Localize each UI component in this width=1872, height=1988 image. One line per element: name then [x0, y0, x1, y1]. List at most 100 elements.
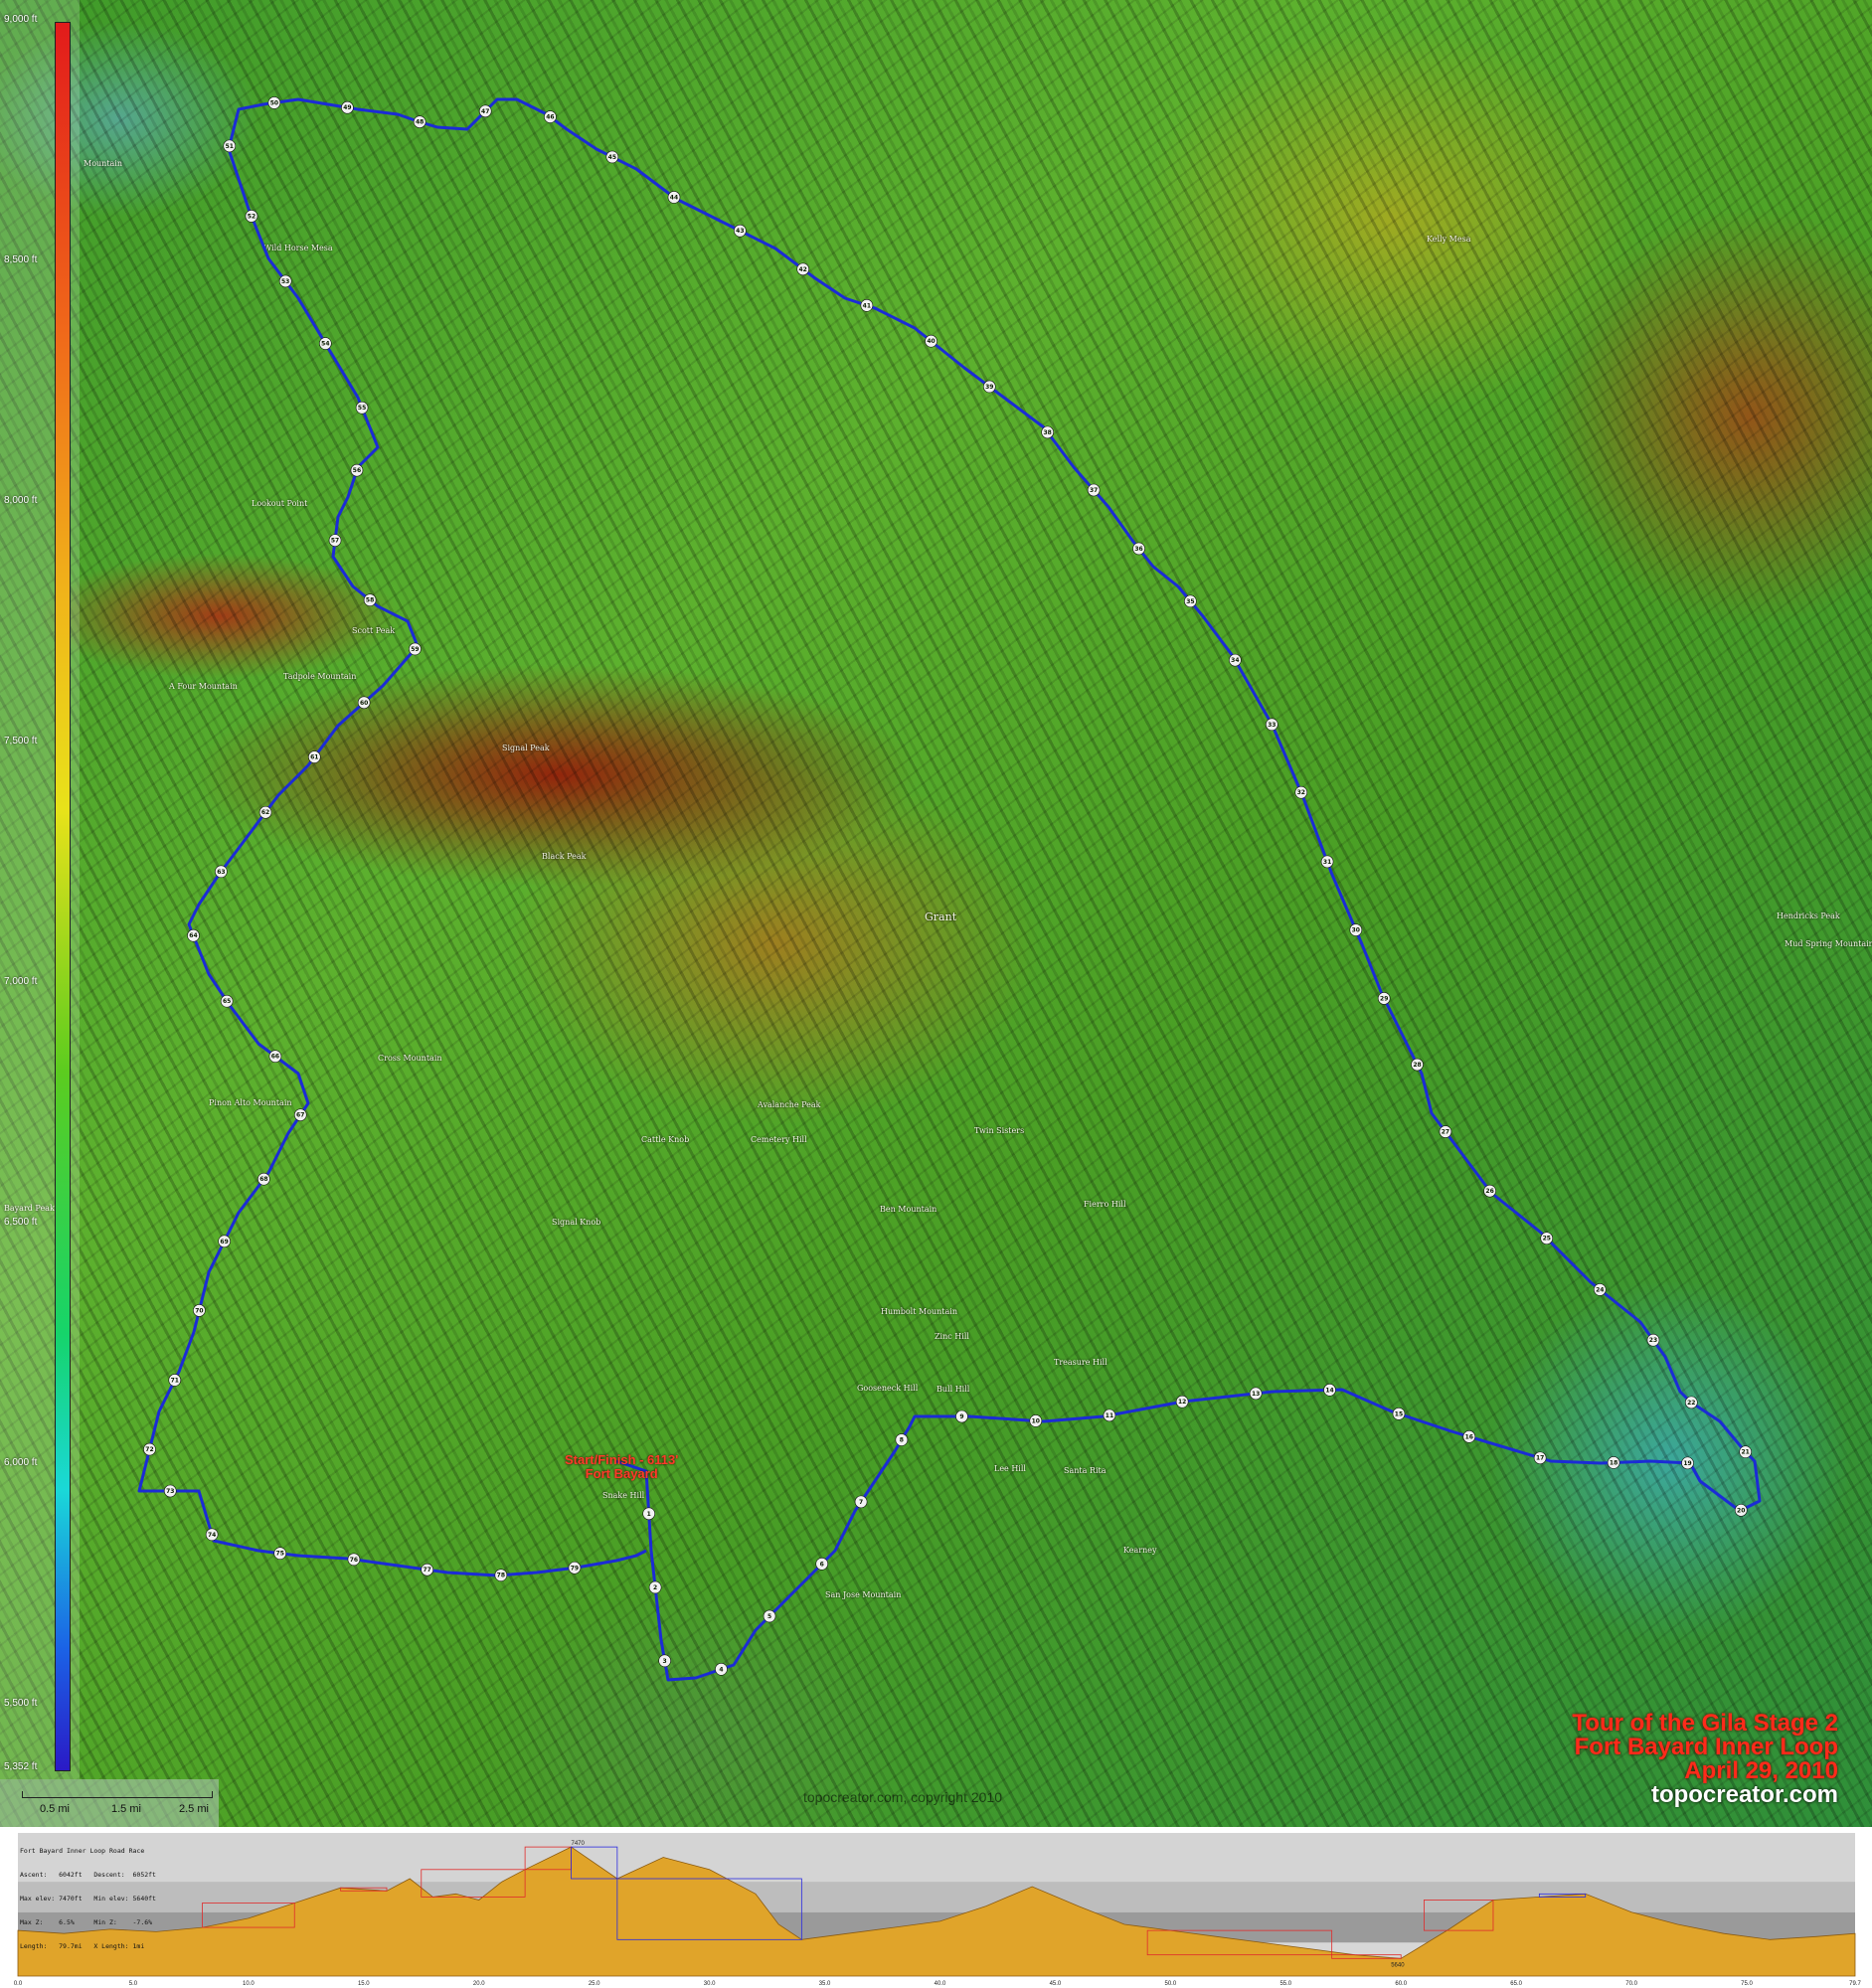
mile-marker-label: 15 — [1395, 1410, 1403, 1417]
mile-marker-label: 67 — [296, 1112, 304, 1119]
mile-marker-label: 21 — [1741, 1449, 1749, 1456]
legend-label: 5,500 ft — [4, 1698, 38, 1709]
elevation-profile: 0.0 5.0 10.0 15.0 20.0 25.0 30.0 35.0 40.0 45.0 50… — [0, 1827, 1872, 1988]
mile-marker-label: 19 — [1683, 1460, 1691, 1467]
mile-marker-label: 7 — [859, 1499, 863, 1506]
legend-label: 8,000 ft — [4, 495, 38, 506]
mile-marker-label: 33 — [1268, 722, 1276, 729]
mile-marker-label: 74 — [208, 1532, 216, 1539]
mile-marker-label: 10 — [1032, 1417, 1040, 1424]
mile-marker-label: 4 — [719, 1666, 723, 1673]
mile-marker-label: 37 — [1090, 487, 1098, 494]
site-name: topocreator.com — [1650, 1781, 1838, 1808]
mile-marker-label: 59 — [411, 646, 419, 653]
mile-marker-label: 31 — [1323, 859, 1331, 866]
mile-marker-label: 12 — [1178, 1399, 1186, 1406]
mile-marker-label: 76 — [350, 1557, 358, 1564]
mile-marker-label: 24 — [1596, 1286, 1604, 1293]
x-tick-label: 79.7 — [1849, 1981, 1861, 1987]
terrain-map[interactable]: Mountain Wild Horse Mesa Lookout Point Scot… — [0, 0, 1872, 1827]
mile-marker-label: 11 — [1106, 1412, 1113, 1419]
mile-marker-label: 77 — [424, 1567, 431, 1574]
mile-marker-label: 39 — [985, 384, 993, 391]
scale-bar: 0.5 mi 1.5 mi 2.5 mi — [0, 1779, 219, 1827]
x-tick-label: 25.0 — [589, 1981, 600, 1987]
mile-marker-label: 17 — [1536, 1455, 1544, 1462]
x-tick-label: 45.0 — [1050, 1981, 1062, 1987]
start-finish-line-2: Fort Bayard — [585, 1466, 658, 1481]
route-line[interactable] — [137, 97, 1762, 1682]
x-tick-label: 35.0 — [819, 1981, 831, 1987]
x-tick-label: 10.0 — [243, 1981, 255, 1987]
x-tick-label: 20.0 — [473, 1981, 485, 1987]
x-tick-label: 30.0 — [704, 1981, 716, 1987]
mile-marker-label: 48 — [416, 119, 424, 126]
legend-label: 5,352 ft — [4, 1761, 38, 1772]
mile-marker-label: 23 — [1649, 1337, 1657, 1344]
mile-marker-label: 63 — [217, 869, 225, 876]
mile-marker-label: 43 — [736, 228, 744, 235]
mile-marker-label: 65 — [223, 998, 231, 1005]
x-tick-label: 5.0 — [129, 1981, 138, 1987]
mile-marker-label: 27 — [1442, 1129, 1449, 1136]
x-tick-label: 15.0 — [358, 1981, 370, 1987]
elevation-legend: 9,000 ft 8,500 ft 8,000 ft 7,500 ft 7,00… — [0, 0, 80, 1779]
x-tick-label: 50.0 — [1165, 1981, 1177, 1987]
mile-marker-label: 68 — [259, 1176, 267, 1183]
mile-marker-label: 41 — [863, 302, 871, 309]
mile-marker-label: 53 — [281, 278, 289, 285]
mile-marker-label: 71 — [171, 1377, 179, 1384]
profile-chart: 0.0 5.0 10.0 15.0 20.0 25.0 30.0 35.0 40.0 45.0 50… — [14, 1833, 1861, 1987]
scale-label: 2.5 mi — [179, 1803, 209, 1815]
mile-marker-label: 54 — [321, 341, 329, 348]
title-line-1: Tour of the Gila Stage 2 — [1572, 1710, 1838, 1737]
x-tick-label: 75.0 — [1741, 1981, 1753, 1987]
legend-label: 6,000 ft — [4, 1457, 38, 1468]
mile-marker-label: 44 — [670, 194, 678, 201]
mile-marker-label: 32 — [1297, 789, 1305, 796]
start-finish-label: Start/Finish - 6113' Fort Bayard — [565, 1453, 678, 1481]
mile-marker-label: 55 — [358, 405, 366, 412]
mile-marker-label: 1 — [647, 1511, 651, 1518]
mile-marker-label: 57 — [331, 538, 339, 545]
mile-marker-label: 47 — [481, 108, 489, 115]
mile-marker-label: 56 — [353, 467, 361, 474]
legend-label: 8,500 ft — [4, 254, 38, 265]
mile-marker-label: 78 — [497, 1573, 505, 1579]
legend-label: 7,000 ft — [4, 976, 38, 987]
mile-marker-label: 35 — [1186, 598, 1194, 605]
mile-marker-label: 30 — [1352, 927, 1360, 934]
stats-line: Max elev: 7470ft Min elev: 5640ft — [20, 1895, 156, 1903]
mile-marker-label: 38 — [1043, 429, 1051, 436]
x-tick-label: 55.0 — [1279, 1981, 1291, 1987]
scale-label: 1.5 mi — [111, 1803, 141, 1815]
mile-marker-label: 40 — [927, 338, 935, 345]
legend-label: 9,000 ft — [4, 14, 38, 25]
mile-marker-label: 60 — [360, 700, 368, 707]
mile-marker-label: 49 — [343, 104, 351, 111]
mile-marker-label: 45 — [608, 154, 616, 161]
mile-marker-label: 22 — [1687, 1400, 1695, 1407]
x-tick-label: 70.0 — [1625, 1981, 1637, 1987]
mile-marker-label: 8 — [900, 1437, 904, 1444]
mile-marker-label: 73 — [166, 1488, 174, 1495]
scale-line — [22, 1791, 213, 1798]
start-finish-line-1: Start/Finish - 6113' — [565, 1452, 679, 1467]
mile-marker-label: 36 — [1134, 546, 1142, 553]
scale-label: 0.5 mi — [40, 1803, 70, 1815]
mile-marker-label: 75 — [276, 1551, 284, 1558]
mile-marker-label: 64 — [189, 932, 197, 939]
x-tick-label: 65.0 — [1510, 1981, 1522, 1987]
title-line-2: Fort Bayard Inner Loop — [1574, 1734, 1838, 1760]
mile-marker-label: 16 — [1465, 1433, 1473, 1440]
mile-marker-label: 46 — [546, 114, 554, 121]
mile-marker-label: 20 — [1737, 1507, 1745, 1514]
mile-marker-label: 13 — [1252, 1391, 1260, 1398]
route-layer: 123456789101112131415161718 1920212223242… — [137, 96, 1762, 1682]
mile-marker-label: 9 — [959, 1413, 963, 1420]
mile-marker-label: 6 — [820, 1561, 824, 1568]
low-elevation-label: 5640 — [1391, 1962, 1405, 1968]
mile-marker-label: 25 — [1543, 1236, 1551, 1242]
mile-marker-label: 50 — [270, 99, 278, 106]
mile-marker-label: 58 — [366, 597, 374, 604]
